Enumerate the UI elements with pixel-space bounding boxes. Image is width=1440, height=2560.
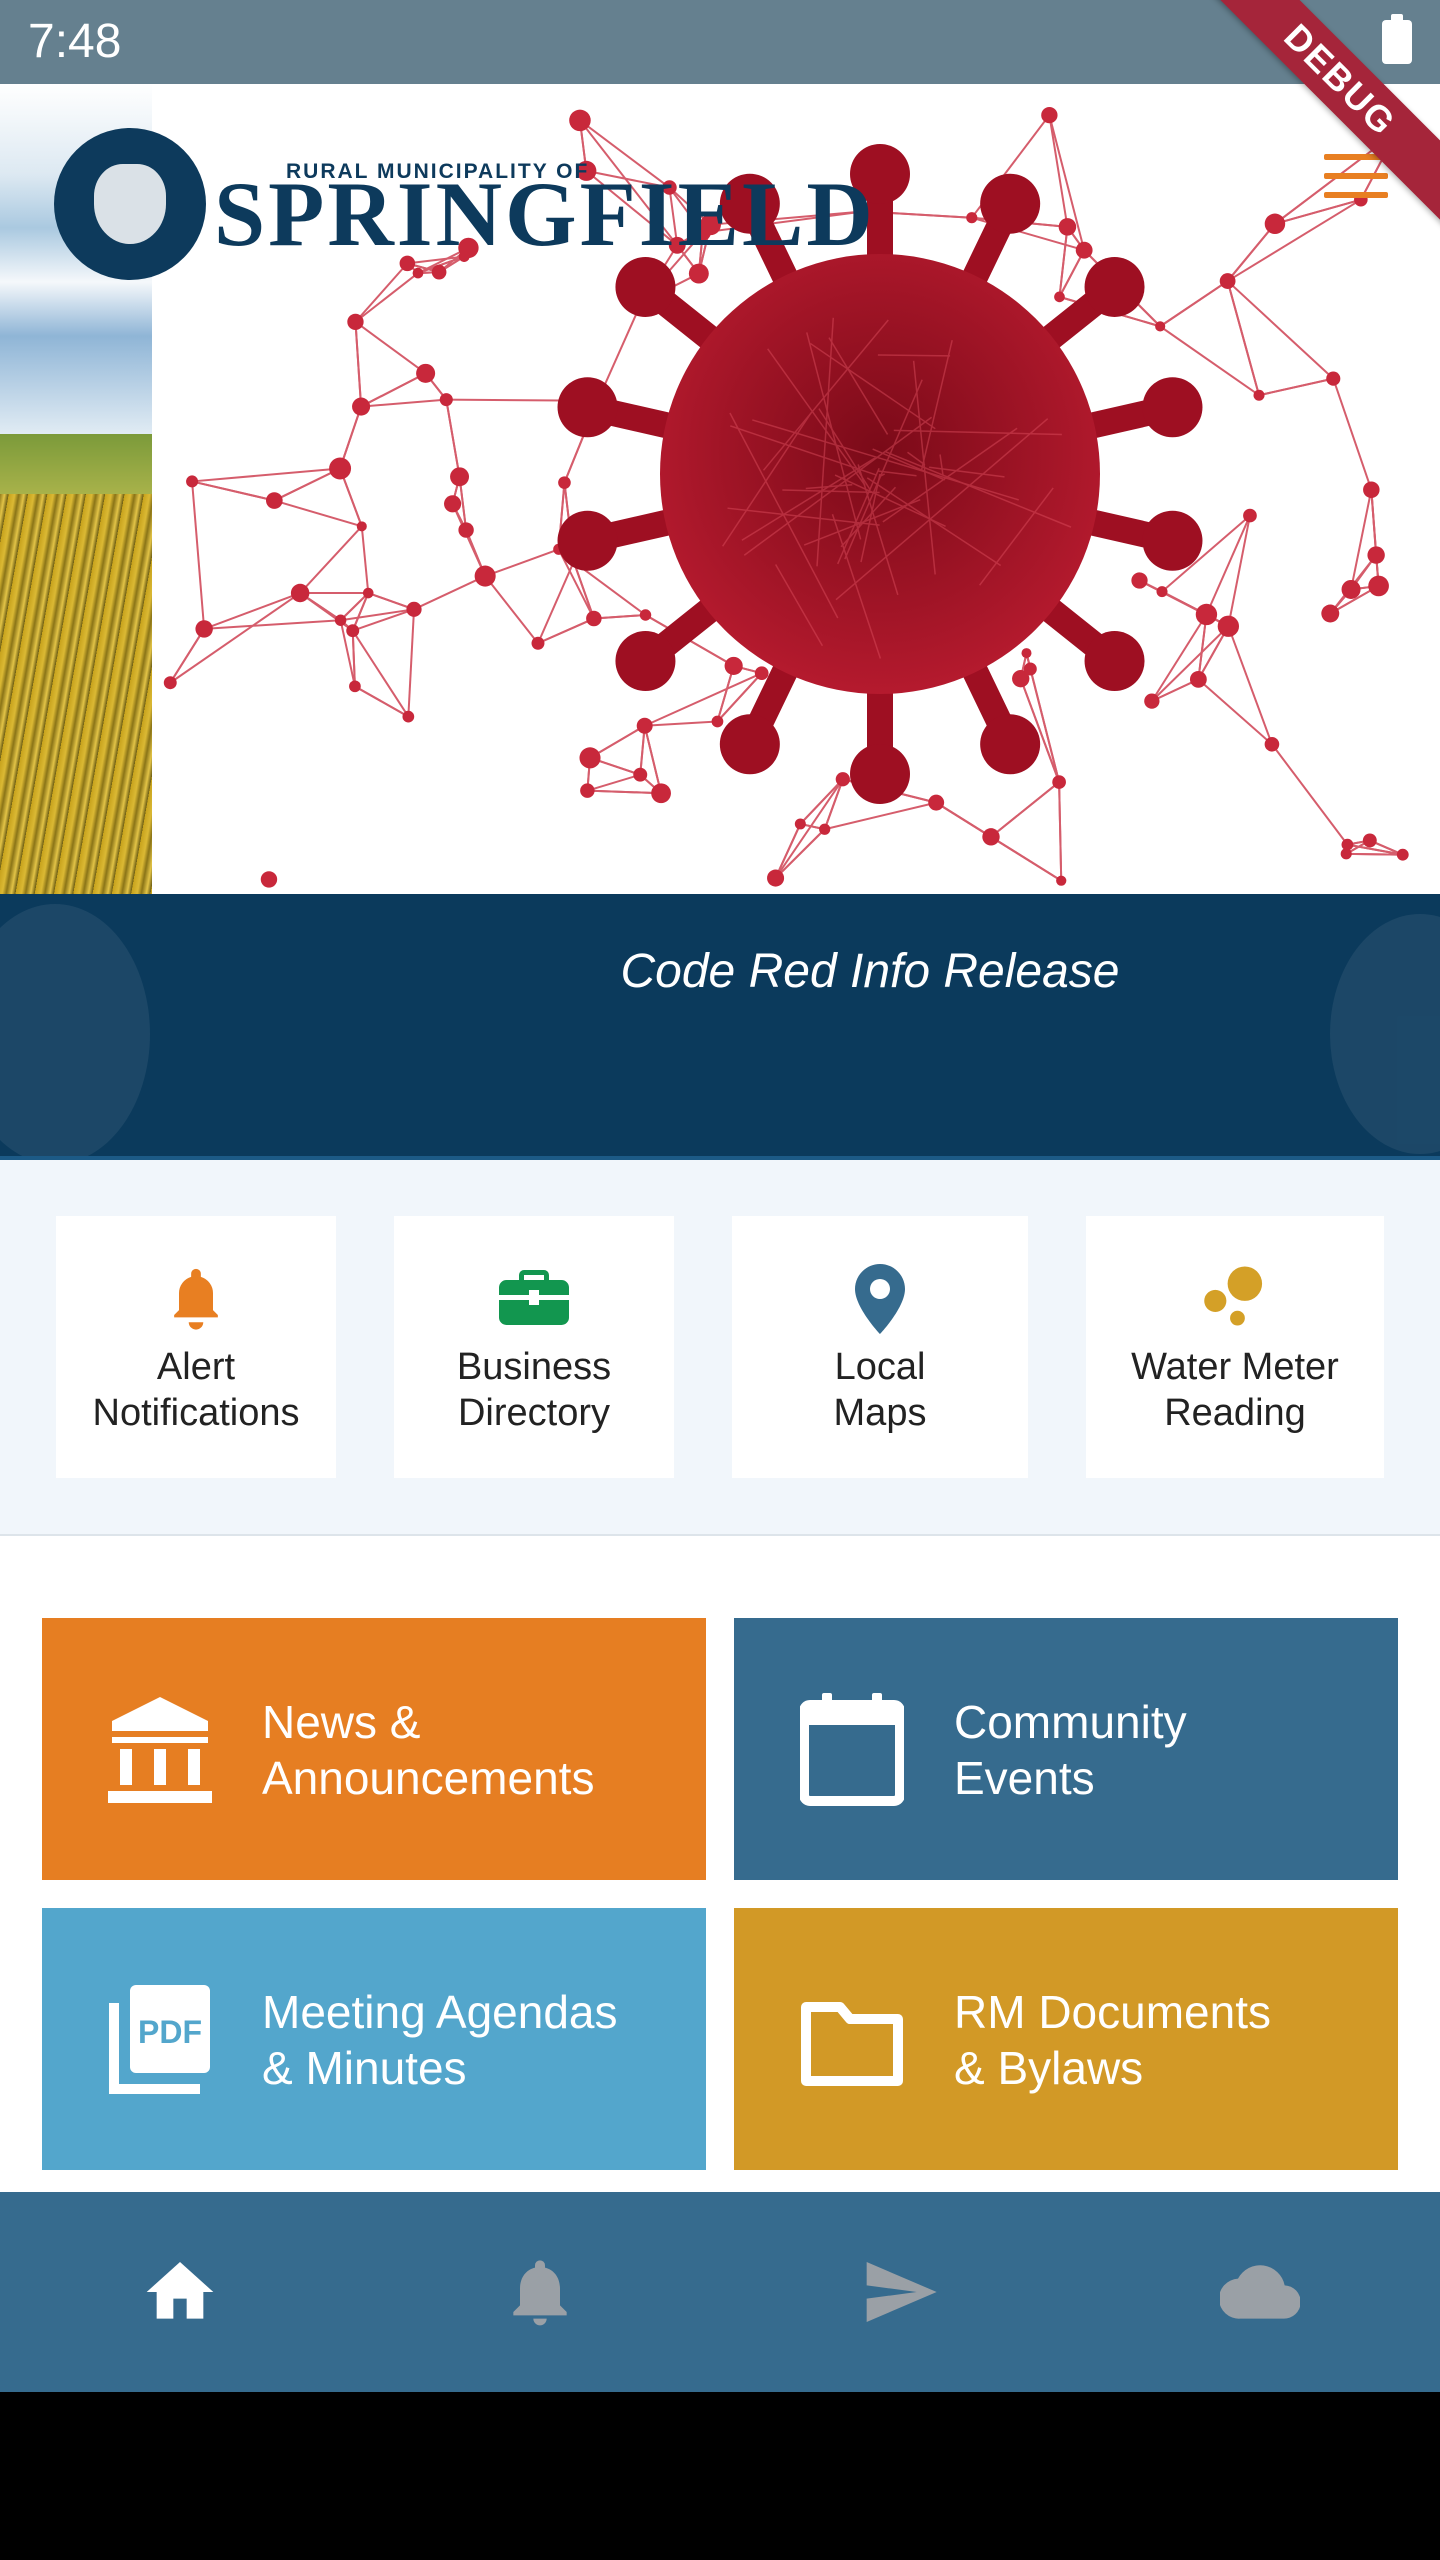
quick-link-label: Reading	[1164, 1392, 1306, 1434]
tile-label: & Minutes	[262, 2042, 467, 2094]
bottom-navigation	[0, 2192, 1440, 2392]
calendar-icon	[800, 1693, 904, 1806]
tile-label: Meeting Agendas	[262, 1986, 618, 2038]
cloud-icon	[1218, 2265, 1301, 2319]
quick-link-label: Directory	[457, 1392, 611, 1434]
wheat-field-image	[0, 434, 152, 894]
quick-link-label: Local	[834, 1346, 926, 1388]
tile-label: Community	[954, 1696, 1187, 1748]
tile-label: Events	[954, 1752, 1095, 1804]
bell-icon	[513, 2260, 567, 2326]
system-navigation-area	[0, 2392, 1440, 2560]
quick-link-label: Maps	[833, 1392, 927, 1434]
quick-link-label: Alert	[156, 1346, 236, 1388]
moose-seal-icon	[54, 128, 206, 280]
nav-weather[interactable]	[1218, 2252, 1301, 2332]
tile-label: Announcements	[262, 1752, 595, 1804]
bank-icon	[108, 1697, 212, 1803]
nav-notifications[interactable]	[500, 2252, 580, 2332]
hero-carousel[interactable]: RURAL MUNICIPALITY OF SPRINGFIELD	[0, 84, 1440, 894]
tile-label: & Bylaws	[954, 2042, 1144, 2094]
business-directory-button[interactable]: Business Directory	[394, 1216, 674, 1478]
meeting-agendas-tile[interactable]: PDF Meeting Agendas & Minutes	[42, 1908, 706, 2170]
quick-link-label: Notifications	[92, 1392, 300, 1434]
folder-icon	[801, 2002, 903, 2086]
news-announcements-tile[interactable]: News & Announcements	[42, 1618, 706, 1880]
pdf-icon: PDF	[109, 1985, 210, 2094]
hamburger-menu-icon[interactable]	[1324, 154, 1388, 198]
nav-home[interactable]	[140, 2252, 220, 2332]
app-screen: 7:48 DEBUG RURAL MUNICIPALITY OF SPRINGF…	[0, 0, 1440, 2392]
slide-caption: Code Red Info Release	[620, 945, 1120, 998]
map-pin-icon	[855, 1264, 905, 1334]
local-maps-button[interactable]: Local Maps	[732, 1216, 1028, 1478]
alert-notifications-button[interactable]: Alert Notifications	[56, 1216, 336, 1478]
briefcase-icon	[499, 1270, 569, 1325]
slide-caption-banner[interactable]: Code Red Info Release	[0, 894, 1440, 1158]
tile-label: RM Documents	[954, 1986, 1271, 2038]
battery-icon	[1382, 14, 1412, 64]
bubbles-icon	[1204, 1266, 1263, 1326]
tile-label: News &	[262, 1696, 421, 1748]
water-meter-reading-button[interactable]: Water Meter Reading	[1086, 1216, 1384, 1478]
nav-send[interactable]	[860, 2252, 940, 2332]
send-icon	[866, 2262, 937, 2322]
moose-watermark-left	[0, 904, 150, 1158]
rm-documents-tile[interactable]: RM Documents & Bylaws	[734, 1908, 1398, 2170]
quick-link-label: Business	[456, 1346, 612, 1388]
status-bar: 7:48	[0, 0, 1440, 84]
quick-links: Alert Notifications Business Directory L…	[0, 1160, 1440, 1536]
bell-icon	[174, 1268, 218, 1330]
logo-title: SPRINGFIELD	[214, 163, 876, 265]
community-events-tile[interactable]: Community Events	[734, 1618, 1398, 1880]
pdf-icon-text: PDF	[138, 2014, 202, 2050]
home-icon	[146, 2262, 214, 2319]
status-time: 7:48	[28, 15, 122, 68]
municipality-logo[interactable]: RURAL MUNICIPALITY OF SPRINGFIELD	[54, 104, 873, 280]
quick-link-label: Water Meter	[1131, 1346, 1339, 1388]
